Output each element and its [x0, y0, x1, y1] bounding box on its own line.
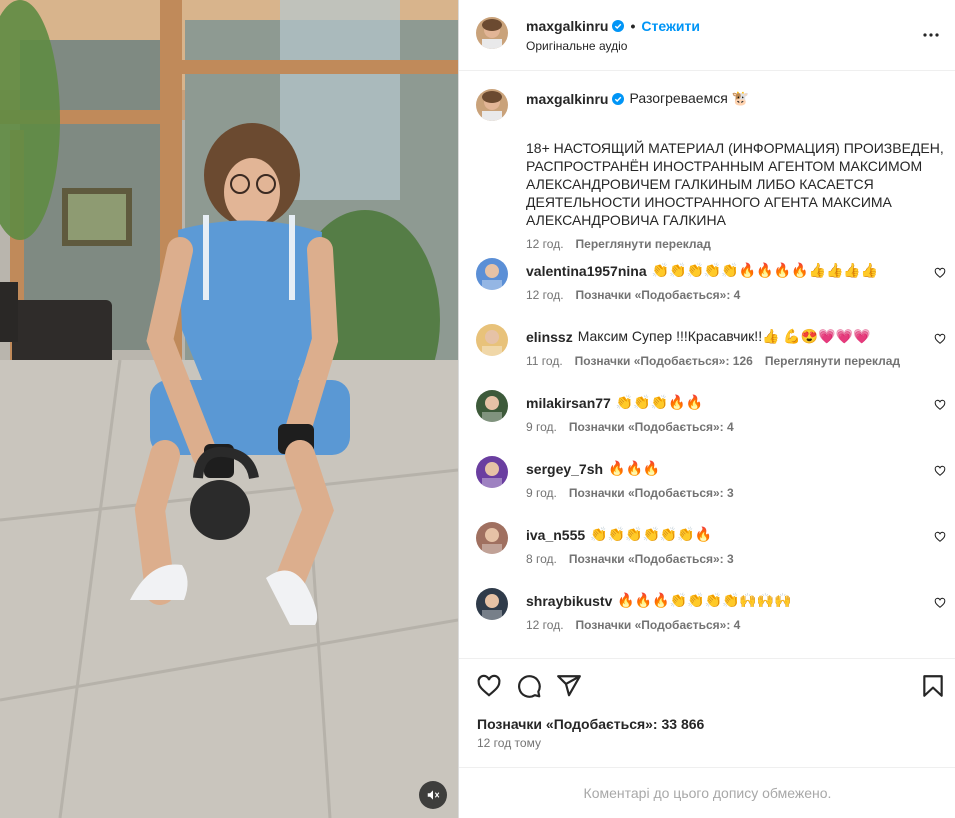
commenter-username[interactable]: valentina1957nina: [526, 263, 647, 279]
post-media[interactable]: [0, 0, 458, 818]
bookmark-icon[interactable]: [920, 673, 946, 699]
commenter-username[interactable]: iva_n555: [526, 527, 585, 543]
comment-likes[interactable]: Позначки «Подобається»: 3: [569, 552, 734, 566]
caption-username[interactable]: maxgalkinru: [526, 91, 608, 107]
comment-likes[interactable]: Позначки «Подобається»: 126: [575, 354, 753, 368]
comment-item: sergey_7sh 🔥🔥🔥 9 год. Позначки «Подобається…: [476, 456, 946, 516]
comment-text: 🔥🔥🔥: [608, 460, 661, 476]
comment-likes[interactable]: Позначки «Подобається»: 4: [569, 420, 734, 434]
post-details-panel: maxgalkinru • Стежити Оригінальне аудіо …: [458, 0, 955, 818]
commenter-username[interactable]: shraybikustv: [526, 593, 612, 609]
commenter-username[interactable]: sergey_7sh: [526, 461, 603, 477]
commenter-avatar[interactable]: [476, 324, 508, 356]
verified-badge-icon: [612, 92, 625, 105]
muted-speaker-icon: [427, 790, 440, 800]
comment-time: 12 год.: [526, 618, 564, 632]
comment-meta: 12 год. Позначки «Подобається»: 4: [526, 288, 740, 302]
comment-text: 🔥🔥🔥👏👏👏👏🙌🙌🙌: [617, 592, 792, 608]
comments-list[interactable]: maxgalkinru Разогреваемся 🐮 18+ НАСТОЯЩИ…: [459, 71, 955, 658]
comment-time: 9 год.: [526, 486, 557, 500]
caption-meta: 12 год. Переглянути переклад: [526, 237, 711, 251]
original-audio-link[interactable]: Оригінальне аудіо: [526, 39, 627, 53]
comment-text: 👏👏👏🔥🔥: [615, 394, 704, 410]
comment-text: 👏👏👏👏👏🔥🔥🔥🔥👍👍👍👍: [651, 262, 879, 278]
post-timestamp: 12 год тому: [477, 736, 541, 750]
share-icon[interactable]: [556, 673, 582, 699]
comment-likes[interactable]: Позначки «Подобається»: 4: [576, 618, 741, 632]
comment-meta: 11 год. Позначки «Подобається»: 126 Перегл…: [526, 354, 900, 368]
comment-meta: 8 год. Позначки «Подобається»: 3: [526, 552, 734, 566]
comment-meta: 12 год. Позначки «Подобається»: 4: [526, 618, 740, 632]
comment-time: 9 год.: [526, 420, 557, 434]
heart-icon[interactable]: [934, 597, 946, 609]
video-frame: [0, 0, 458, 818]
caption-time: 12 год.: [526, 237, 564, 251]
author-username[interactable]: maxgalkinru: [526, 18, 608, 34]
commenter-username[interactable]: elinssz: [526, 329, 573, 345]
commenter-avatar[interactable]: [476, 588, 508, 620]
comment-time: 12 год.: [526, 288, 564, 302]
commenter-username[interactable]: milakirsan77: [526, 395, 611, 411]
heart-icon[interactable]: [934, 267, 946, 279]
likes-count[interactable]: Позначки «Подобається»: 33 866: [477, 716, 704, 732]
translate-link[interactable]: Переглянути переклад: [765, 354, 900, 368]
caption-text: 18+ НАСТОЯЩИЙ МАТЕРИАЛ (ИНФОРМАЦИЯ) ПРОИ…: [526, 140, 944, 228]
verified-badge-icon: [612, 20, 625, 32]
heart-icon[interactable]: [934, 531, 946, 543]
comment-text: 👏👏👏👏👏👏🔥: [590, 526, 713, 542]
commenter-avatar[interactable]: [476, 258, 508, 290]
caption-title: Разогреваемся 🐮: [629, 90, 750, 106]
commenter-avatar[interactable]: [476, 456, 508, 488]
comment-time: 8 год.: [526, 552, 557, 566]
header-separator: •: [630, 18, 636, 34]
heart-icon[interactable]: [934, 465, 946, 477]
post-actions: Позначки «Подобається»: 33 866 12 год то…: [459, 658, 955, 767]
translate-link[interactable]: Переглянути переклад: [576, 237, 711, 251]
commenter-avatar[interactable]: [476, 522, 508, 554]
comment-likes[interactable]: Позначки «Подобається»: 3: [569, 486, 734, 500]
more-options-icon[interactable]: [921, 25, 941, 45]
heart-icon[interactable]: [934, 399, 946, 411]
caption-avatar[interactable]: [476, 89, 508, 121]
comment-item: elinssz Максим Супер !!!Красавчик!!👍 💪😍💗💗…: [476, 324, 946, 384]
comment-item: iva_n555 👏👏👏👏👏👏🔥 8 год. Позначки «Подобаєть…: [476, 522, 946, 582]
heart-icon[interactable]: [476, 673, 502, 699]
comment-likes[interactable]: Позначки «Подобається»: 4: [576, 288, 741, 302]
comment-meta: 9 год. Позначки «Подобається»: 3: [526, 486, 734, 500]
comment-icon[interactable]: [516, 673, 542, 699]
author-avatar[interactable]: [476, 17, 508, 49]
mute-toggle-button[interactable]: [419, 781, 447, 809]
comment-text: Максим Супер !!!Красавчик!!👍 💪😍💗💗💗: [577, 328, 871, 344]
follow-button[interactable]: Стежити: [641, 18, 700, 34]
comment-item: valentina1957nina 👏👏👏👏👏🔥🔥🔥🔥👍👍👍👍 12 год. Поз…: [476, 258, 946, 318]
comment-meta: 9 год. Позначки «Подобається»: 4: [526, 420, 734, 434]
commenter-avatar[interactable]: [476, 390, 508, 422]
comment-time: 11 год.: [526, 354, 563, 368]
comment-item: milakirsan77 👏👏👏🔥🔥 9 год. Позначки «Подобає…: [476, 390, 946, 450]
post-header: maxgalkinru • Стежити Оригінальне аудіо: [459, 0, 955, 71]
heart-icon[interactable]: [934, 333, 946, 345]
comments-limited-notice: Коментарі до цього допису обмежено.: [459, 767, 955, 818]
comment-item: shraybikustv 🔥🔥🔥👏👏👏👏🙌🙌🙌 12 год. Позначки «П…: [476, 588, 946, 648]
